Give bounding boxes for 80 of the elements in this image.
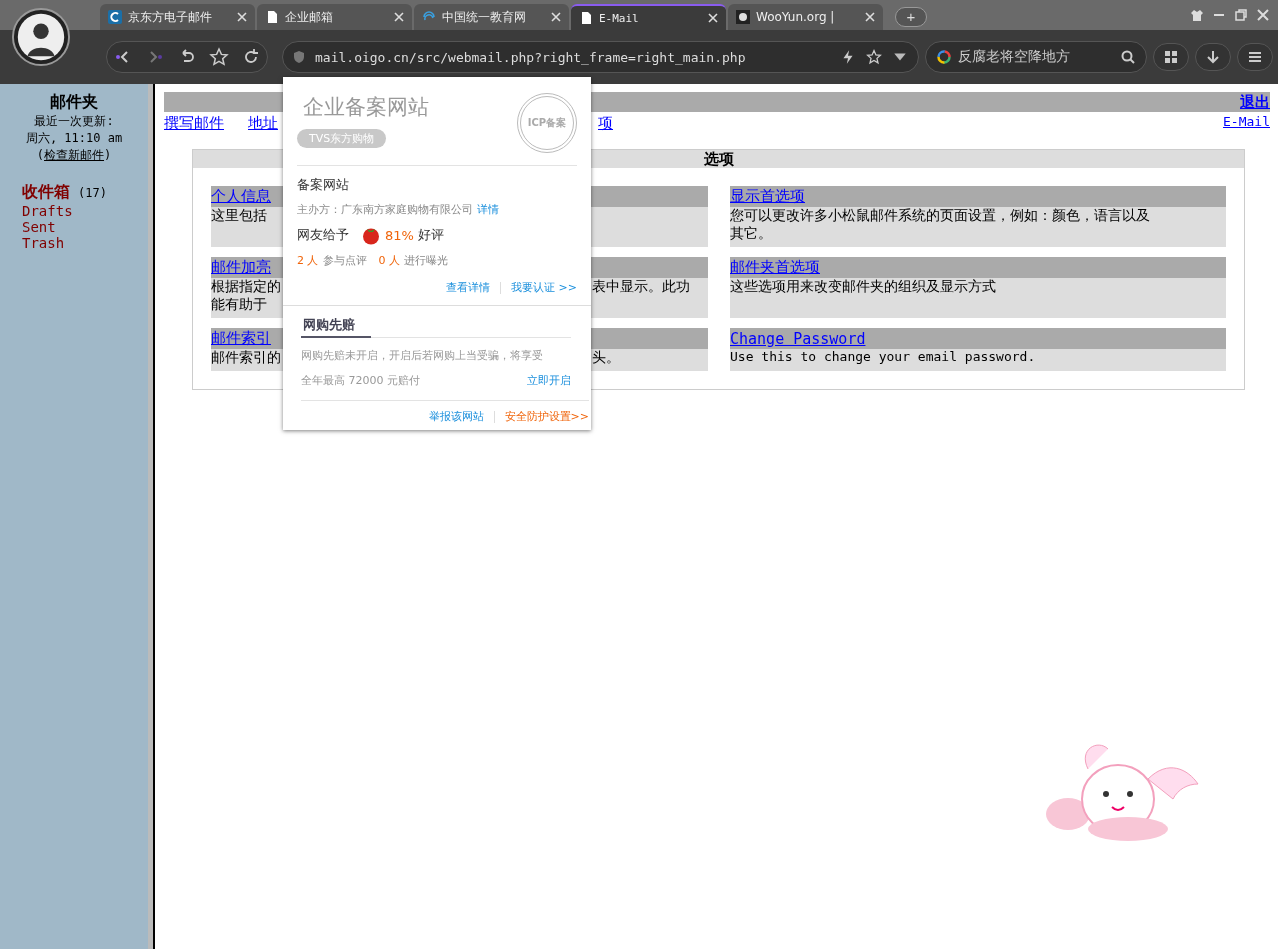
section-title: 备案网站 bbox=[297, 176, 350, 194]
restore-icon[interactable] bbox=[1234, 8, 1248, 22]
reviewer-text: 参与点评 bbox=[322, 253, 367, 268]
option-link[interactable]: 邮件夹首选项 bbox=[730, 258, 820, 277]
site-icon bbox=[736, 10, 750, 24]
apps-grid-icon[interactable] bbox=[1153, 43, 1189, 71]
guarantee-tab[interactable]: 网购先赔 bbox=[301, 314, 371, 338]
description-text: 其它。 bbox=[730, 225, 772, 243]
menu-icon[interactable] bbox=[1237, 43, 1273, 71]
nav-link[interactable]: 地址 bbox=[248, 114, 278, 133]
description-text: Use this to change your email password. bbox=[730, 349, 1036, 364]
view-details-link[interactable]: 查看详情 bbox=[446, 280, 491, 295]
option-link[interactable]: 显示首选项 bbox=[730, 187, 805, 206]
search-icon[interactable] bbox=[1120, 49, 1136, 65]
sidebar-title: 邮件夹 bbox=[49, 92, 100, 113]
option-link[interactable]: 邮件索引 bbox=[211, 329, 271, 348]
page-icon bbox=[579, 11, 593, 25]
folder-link[interactable]: Sent bbox=[22, 219, 56, 235]
exposer-text: 进行曝光 bbox=[404, 253, 448, 268]
guarantee-text: 网购先赔未开启，开启后若网购上当受骗，将享受 bbox=[301, 348, 544, 363]
update-label: 最近一次更新: bbox=[33, 113, 115, 130]
nav-link[interactable]: 项 bbox=[598, 114, 613, 133]
description-text: 能有助于 bbox=[211, 296, 267, 314]
description-text: 您可以更改许多小松鼠邮件系统的页面设置，例如：颜色，语言以及 bbox=[730, 207, 1150, 225]
description-text: 根据指定的 bbox=[211, 278, 281, 296]
update-time: 周六, 11:10 am bbox=[24, 130, 124, 147]
close-icon[interactable] bbox=[708, 13, 718, 23]
rating-label: 网友给予 bbox=[297, 226, 349, 244]
description-text: 邮件索引的 bbox=[211, 349, 281, 367]
browser-tab[interactable]: E-Mail bbox=[571, 4, 726, 30]
sponsor-text: 主办方：广东南方家庭购物有限公司 bbox=[297, 202, 473, 217]
star-icon[interactable] bbox=[207, 47, 231, 67]
close-icon[interactable] bbox=[1256, 8, 1270, 22]
description-text: 头。 bbox=[592, 349, 620, 367]
page-icon bbox=[265, 10, 279, 24]
description-text: 这些选项用来改变邮件夹的组织及显示方式 bbox=[730, 278, 996, 296]
check-mail-link[interactable]: 检查新邮件 bbox=[44, 148, 105, 162]
reviewer-count: 2 人 bbox=[297, 253, 319, 268]
option-link[interactable]: 个人信息 bbox=[211, 187, 271, 206]
rating-value: 81% bbox=[385, 227, 414, 243]
description-text: 表中显示。此功 bbox=[592, 278, 690, 296]
shield-icon[interactable] bbox=[293, 50, 305, 64]
browser-tab[interactable]: WooYun.org | bbox=[728, 4, 883, 30]
close-icon[interactable] bbox=[394, 12, 404, 22]
search-field[interactable]: 反腐老将空降地方 bbox=[925, 41, 1147, 73]
unread-count: (17) bbox=[78, 186, 107, 200]
site-icon bbox=[108, 10, 122, 24]
close-icon[interactable] bbox=[865, 12, 875, 22]
folder-link[interactable]: 收件箱 bbox=[22, 182, 70, 203]
close-icon[interactable] bbox=[551, 12, 561, 22]
description-text: 这里包括 bbox=[211, 207, 267, 225]
new-tab-button[interactable]: + bbox=[895, 7, 927, 27]
popup-title: 企业备案网站 bbox=[303, 94, 429, 121]
browser-tab[interactable]: 中国统一教育网 bbox=[414, 4, 569, 30]
certify-link[interactable]: 我要认证 >> bbox=[511, 280, 577, 295]
report-link[interactable]: 举报该网站 bbox=[428, 409, 484, 424]
nav-link[interactable]: 撰写邮件 bbox=[164, 114, 224, 133]
shirt-icon[interactable] bbox=[1190, 8, 1204, 22]
security-settings-link[interactable]: 安全防护设置>> bbox=[504, 409, 589, 424]
folder-link[interactable]: Trash bbox=[22, 235, 65, 251]
guarantee-amount: 全年最高 72000 元赔付 bbox=[301, 373, 420, 388]
avatar-silhouette-icon[interactable] bbox=[12, 8, 70, 66]
exposer-count: 0 人 bbox=[378, 253, 400, 268]
colorful-ring-icon bbox=[936, 49, 952, 65]
paren-text: ( bbox=[36, 148, 45, 162]
browser-tab[interactable]: 京东方电子邮件 bbox=[100, 4, 255, 30]
details-link[interactable]: 详情 bbox=[477, 202, 499, 217]
folder-link[interactable]: Drafts bbox=[22, 203, 73, 219]
option-link[interactable]: 邮件加亮 bbox=[211, 258, 271, 277]
address-bar[interactable]: mail.oigo.cn/src/webmail.php?right_frame=right_main.php bbox=[282, 41, 919, 73]
paren-text: ) bbox=[104, 148, 112, 162]
star-icon[interactable] bbox=[866, 49, 882, 65]
browser-tab[interactable]: 企业邮箱 bbox=[257, 4, 412, 30]
download-icon[interactable] bbox=[1195, 43, 1231, 71]
email-link[interactable]: E-Mail bbox=[1223, 114, 1270, 133]
enable-link[interactable]: 立即开启 bbox=[527, 373, 571, 388]
option-link[interactable]: Change Password bbox=[730, 329, 866, 348]
logout-link[interactable]: 退出 bbox=[1240, 92, 1270, 112]
rating-label: 好评 bbox=[417, 226, 444, 244]
close-icon[interactable] bbox=[237, 12, 247, 22]
